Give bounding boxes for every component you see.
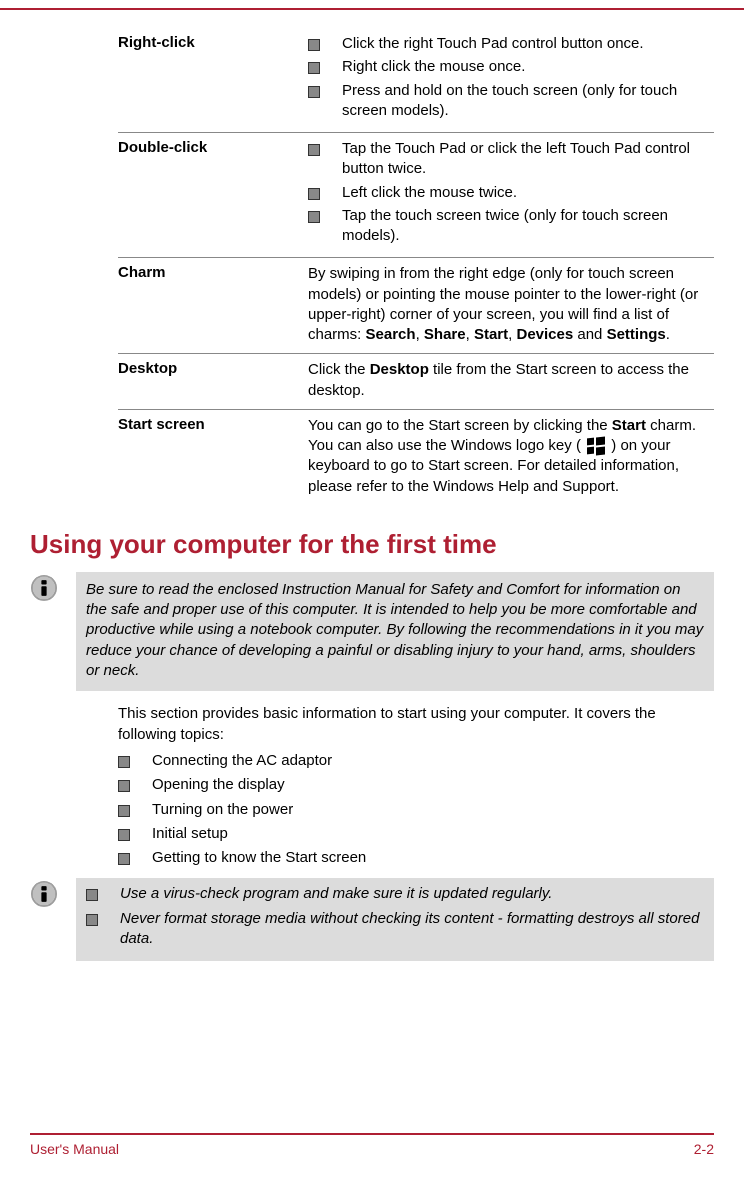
term-cell: Right-click — [118, 28, 308, 133]
section-heading: Using your computer for the first time — [30, 529, 714, 560]
definition-cell: By swiping in from the right edge (only … — [308, 258, 714, 354]
windows-logo-icon — [587, 437, 605, 455]
list-item: Never format storage media without check… — [86, 909, 704, 950]
note-tips-content: Use a virus-check program and make sure … — [76, 878, 714, 961]
term-cell: Charm — [118, 258, 308, 354]
footer-left: User's Manual — [30, 1141, 119, 1157]
definition-cell: You can go to the Start screen by clicki… — [308, 409, 714, 505]
list-item: Turning on the power — [118, 800, 714, 820]
list-item: Press and hold on the touch screen (only… — [308, 81, 714, 122]
list-item: Tap the Touch Pad or click the left Touc… — [308, 139, 714, 180]
table-row: Start screenYou can go to the Start scre… — [118, 409, 714, 505]
intro-text: This section provides basic information … — [118, 703, 714, 745]
list-item: Use a virus-check program and make sure … — [86, 884, 704, 904]
list-item: Right click the mouse once. — [308, 57, 714, 77]
note-tips: Use a virus-check program and make sure … — [30, 878, 714, 961]
list-item: Getting to know the Start screen — [118, 848, 714, 868]
topics-list: Connecting the AC adaptor Opening the dis… — [118, 751, 714, 868]
term-cell: Desktop — [118, 354, 308, 410]
footer-page-number: 2-2 — [694, 1141, 714, 1157]
list-item: Left click the mouse twice. — [308, 183, 714, 203]
term-cell: Double-click — [118, 133, 308, 258]
table-row: DesktopClick the Desktop tile from the S… — [118, 354, 714, 410]
table-row: CharmBy swiping in from the right edge (… — [118, 258, 714, 354]
table-row: Double-clickTap the Touch Pad or click t… — [118, 133, 714, 258]
page-footer: User's Manual 2-2 — [30, 1133, 714, 1157]
list-item: Tap the touch screen twice (only for tou… — [308, 206, 714, 247]
list-item: Opening the display — [118, 775, 714, 795]
list-item: Connecting the AC adaptor — [118, 751, 714, 771]
info-icon — [30, 880, 58, 908]
list-item: Initial setup — [118, 824, 714, 844]
definition-cell: Click the Desktop tile from the Start sc… — [308, 354, 714, 410]
info-icon — [30, 574, 58, 602]
note-text: Be sure to read the enclosed Instruction… — [76, 572, 714, 691]
term-cell: Start screen — [118, 409, 308, 505]
definition-cell: Click the right Touch Pad control button… — [308, 28, 714, 133]
definition-cell: Tap the Touch Pad or click the left Touc… — [308, 133, 714, 258]
list-item: Click the right Touch Pad control button… — [308, 34, 714, 54]
definitions-table: Right-clickClick the right Touch Pad con… — [118, 28, 714, 505]
table-row: Right-clickClick the right Touch Pad con… — [118, 28, 714, 133]
note-safety: Be sure to read the enclosed Instruction… — [30, 572, 714, 691]
